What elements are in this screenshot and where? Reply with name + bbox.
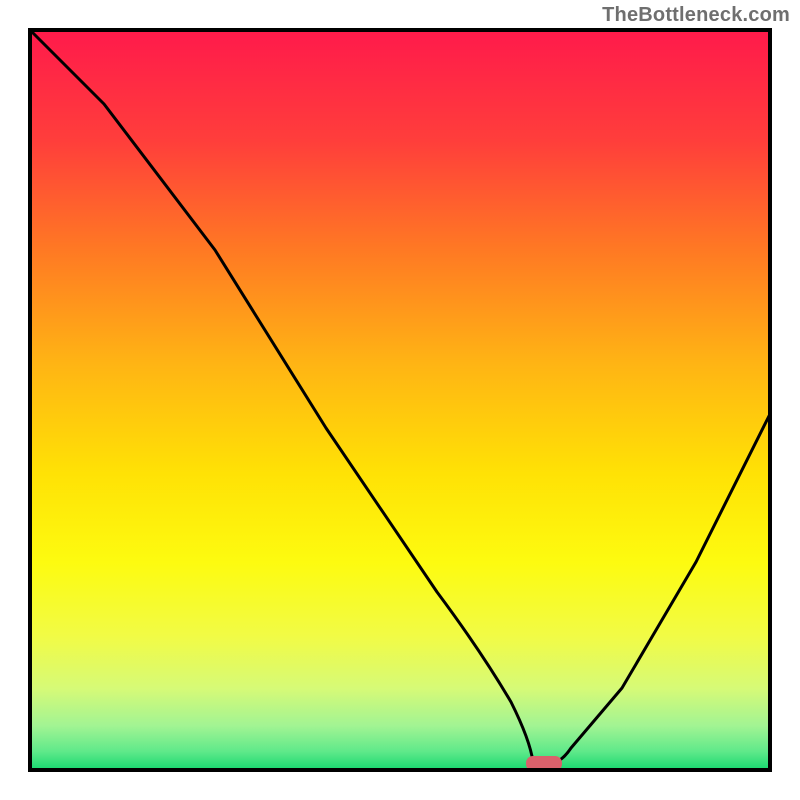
attribution-label: TheBottleneck.com — [602, 4, 790, 27]
bottleneck-chart — [0, 0, 800, 800]
plot-area — [30, 30, 770, 771]
gradient-background — [30, 30, 770, 770]
chart-canvas: TheBottleneck.com — [0, 0, 800, 800]
